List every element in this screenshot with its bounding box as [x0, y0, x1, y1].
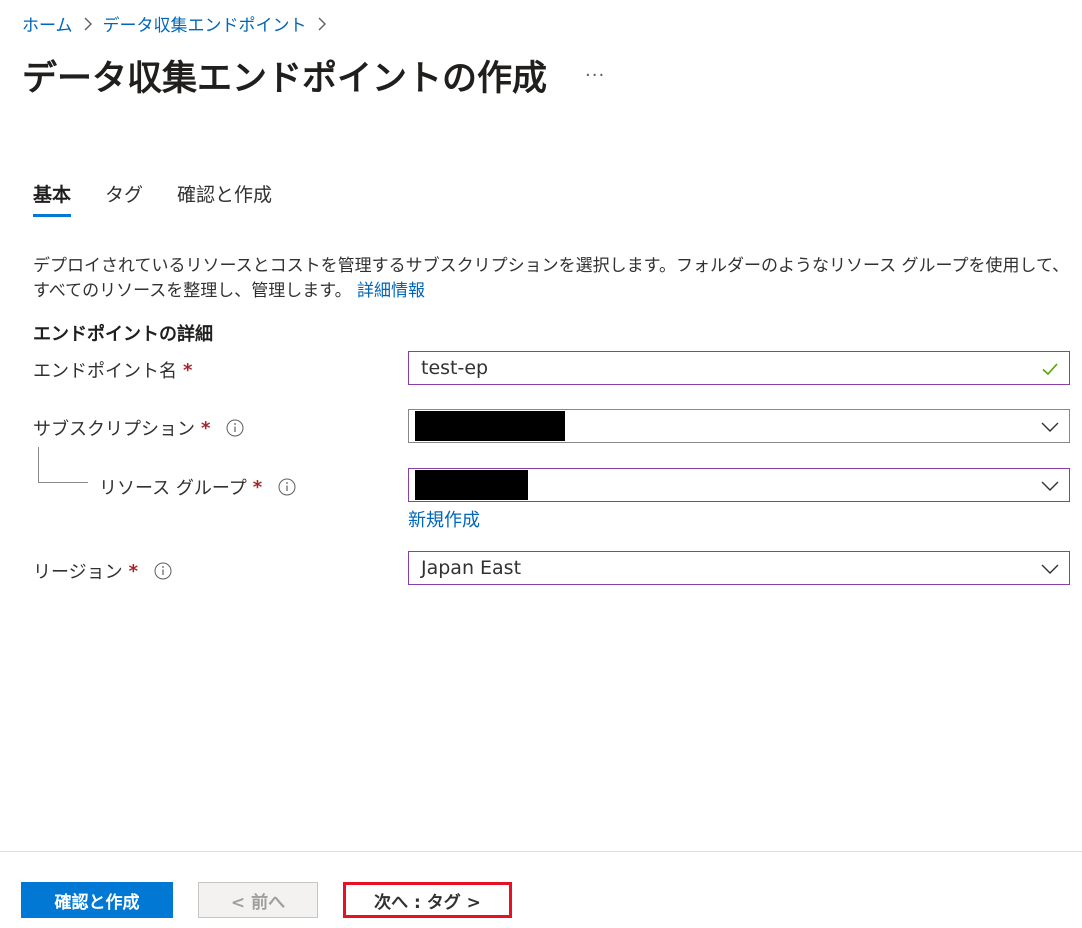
- create-endpoint-page: ホーム データ収集エンドポイント データ収集エンドポイントの作成 ··· 基本 …: [0, 0, 1082, 928]
- redacted-block: [415, 470, 528, 500]
- info-icon[interactable]: [154, 562, 172, 580]
- required-mark: *: [201, 417, 211, 439]
- subscription-dropdown[interactable]: [408, 409, 1070, 443]
- tab-basics[interactable]: 基本: [33, 180, 72, 217]
- description: デプロイされているリソースとコストを管理するサブスクリプションを選択します。フォ…: [33, 254, 1073, 304]
- page-title: データ収集エンドポイントの作成: [22, 59, 548, 99]
- chevron-right-icon: [83, 17, 93, 31]
- learn-more-link[interactable]: 詳細情報: [357, 281, 425, 301]
- checkmark-icon: [1041, 360, 1059, 378]
- info-icon[interactable]: [226, 419, 244, 437]
- chevron-down-icon: [1041, 418, 1059, 436]
- tab-review-create[interactable]: 確認と作成: [177, 180, 272, 217]
- tab-tags[interactable]: タグ: [105, 180, 143, 217]
- redacted-block: [415, 411, 565, 441]
- region-label: リージョン *: [33, 558, 172, 584]
- breadcrumb: ホーム データ収集エンドポイント: [22, 11, 337, 36]
- breadcrumb-endpoint-link[interactable]: データ収集エンドポイント: [103, 11, 307, 36]
- endpoint-name-label-text: エンドポイント名: [33, 361, 177, 382]
- footer-divider: [0, 851, 1082, 852]
- region-dropdown[interactable]: Japan East: [408, 551, 1070, 585]
- create-new-resource-group-link[interactable]: 新規作成: [408, 506, 480, 532]
- more-options-button[interactable]: ···: [585, 65, 605, 86]
- resource-group-dropdown[interactable]: [408, 468, 1070, 502]
- info-icon[interactable]: [278, 478, 296, 496]
- resource-group-label: リソース グループ *: [99, 474, 296, 500]
- previous-button[interactable]: < 前へ: [198, 882, 318, 918]
- tab-bar: 基本 タグ 確認と作成: [33, 180, 306, 217]
- chevron-down-icon: [1041, 560, 1059, 578]
- region-label-text: リージョン: [33, 562, 123, 583]
- chevron-right-icon: [317, 17, 327, 31]
- subscription-label: サブスクリプション *: [33, 415, 244, 441]
- region-value: Japan East: [421, 557, 522, 579]
- section-heading: エンドポイントの詳細: [33, 324, 213, 345]
- chevron-down-icon: [1041, 477, 1059, 495]
- resource-group-label-text: リソース グループ: [99, 478, 247, 499]
- tree-connector: [38, 447, 39, 482]
- endpoint-name-value: test-ep: [421, 357, 489, 379]
- review-create-button[interactable]: 確認と作成: [21, 882, 173, 918]
- required-mark: *: [183, 359, 193, 381]
- required-mark: *: [252, 476, 263, 498]
- description-text: デプロイされているリソースとコストを管理するサブスクリプションを選択します。フォ…: [33, 256, 1070, 301]
- title-row: データ収集エンドポイントの作成 ···: [22, 50, 605, 101]
- next-tags-button[interactable]: 次へ : タグ >: [343, 882, 512, 918]
- endpoint-name-input[interactable]: test-ep: [408, 351, 1070, 385]
- endpoint-name-label: エンドポイント名 *: [33, 357, 192, 383]
- subscription-label-text: サブスクリプション: [33, 419, 195, 440]
- tree-connector: [38, 482, 88, 483]
- breadcrumb-home-link[interactable]: ホーム: [22, 11, 73, 36]
- required-mark: *: [128, 560, 139, 582]
